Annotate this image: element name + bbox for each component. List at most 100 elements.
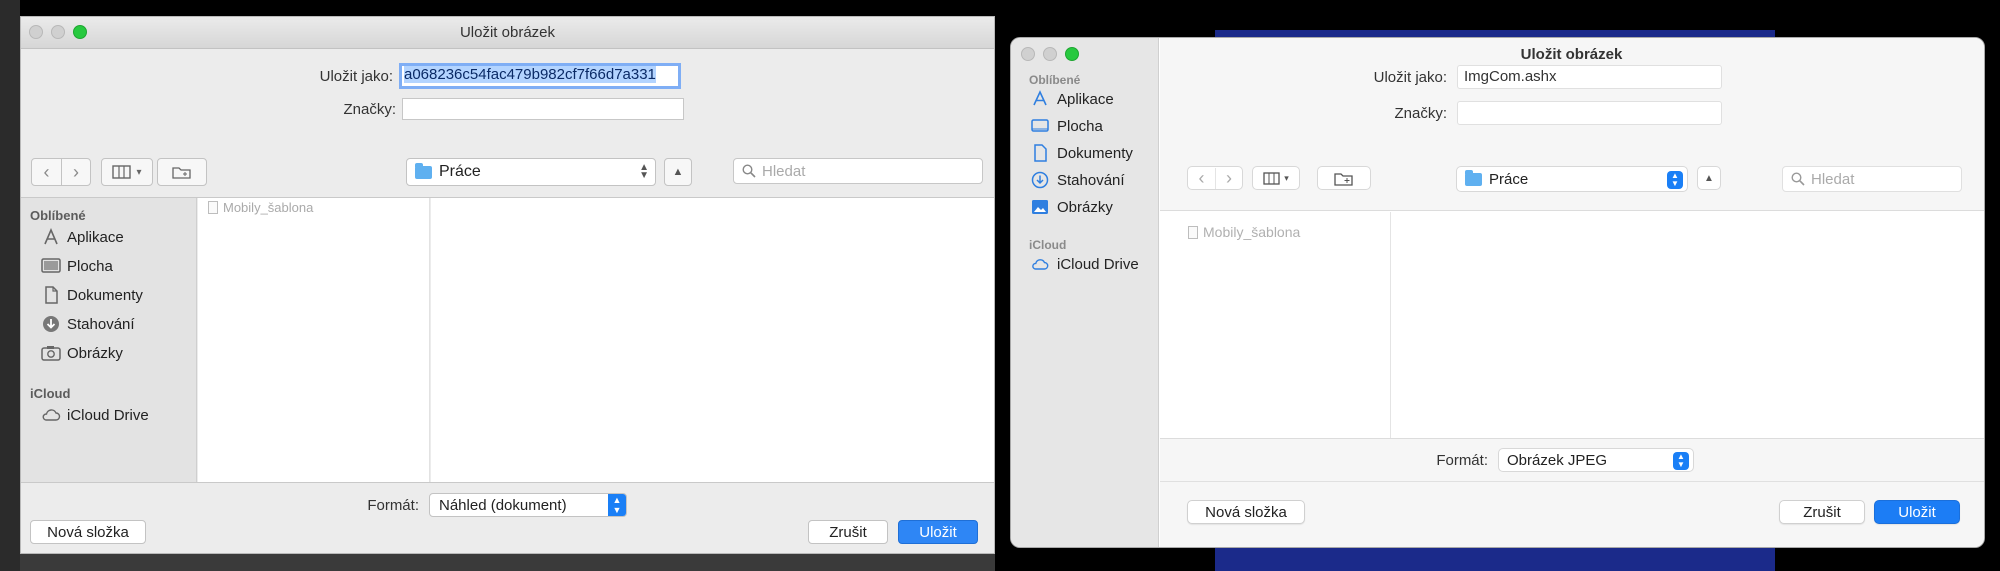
up-down-chevron-icon: ▲ ▼ (608, 494, 626, 516)
format-popup[interactable]: Náhled (dokument) ▲ ▼ (429, 493, 627, 517)
title-bar: Uložit obrázek (21, 17, 994, 49)
up-down-chevron-icon: ▲ ▼ (1673, 452, 1689, 470)
save-as-value: a068236c54fac479b982cf7f66d7a331 (404, 66, 656, 83)
tags-row: Značky: (1160, 101, 1722, 125)
icloud-header: iCloud (30, 386, 71, 401)
browser-column-2 (1392, 212, 1984, 438)
documents-icon (1034, 144, 1047, 162)
cancel-button[interactable]: Zrušit (808, 520, 888, 544)
sidebar-item-label: Stahování (67, 315, 135, 333)
folder-icon (415, 162, 432, 179)
sidebar-item-label: Aplikace (67, 228, 124, 246)
save-dialog-left: Uložit obrázek Uložit jako: a068236c54fa… (20, 16, 995, 554)
new-folder-icon (172, 167, 191, 179)
new-folder-icon-button[interactable] (157, 158, 207, 186)
save-button[interactable]: Uložit (1874, 500, 1960, 524)
cancel-button[interactable]: Zrušit (1779, 500, 1865, 524)
favorites-header: Oblíbené (30, 208, 86, 223)
sidebar-item-obrazky[interactable]: Obrázky (41, 344, 123, 362)
close-button[interactable] (1021, 47, 1035, 61)
save-button[interactable]: Uložit (898, 520, 978, 544)
sidebar-item-label: iCloud Drive (1057, 255, 1139, 273)
save-as-row: Uložit jako: a068236c54fac479b982cf7f66d… (21, 63, 681, 89)
chevron-down-icon: ▾ (136, 166, 142, 178)
sidebar-item-icloud-drive[interactable]: iCloud Drive (1031, 255, 1139, 273)
sidebar-item-plocha[interactable]: Plocha (41, 257, 113, 275)
save-as-label: Uložit jako: (1373, 68, 1447, 86)
up-down-chevron-icon: ▲ ▼ (1667, 171, 1683, 189)
list-item[interactable]: Mobily_šablona (208, 200, 313, 215)
window-title: Uložit obrázek (459, 24, 556, 41)
desktop-icon (41, 258, 61, 273)
columns-view-icon (1263, 171, 1280, 185)
zoom-button[interactable] (1065, 47, 1079, 61)
sidebar-item-label: Obrázky (67, 344, 123, 362)
desktop-icon (1031, 119, 1049, 132)
sidebar-item-label: Plocha (67, 257, 113, 275)
sidebar-item-label: Dokumenty (67, 286, 143, 304)
forward-icon[interactable]: › (61, 159, 90, 185)
new-folder-button[interactable]: Nová složka (1187, 500, 1305, 524)
back-icon[interactable]: ‹ (1188, 168, 1215, 189)
view-mode-button[interactable]: ▾ (101, 158, 153, 186)
new-folder-icon (1334, 172, 1353, 186)
location-label: Práce (439, 163, 481, 180)
sidebar: Oblíbené Aplikace Plocha Dokumenty Staho… (1011, 38, 1159, 547)
location-popup[interactable]: Práce ▲ ▼ (406, 158, 656, 186)
file-browser: Oblíbené Aplikace Plocha Dokumenty Staho… (21, 197, 994, 483)
sidebar-item-aplikace[interactable]: Aplikace (1031, 90, 1114, 108)
sidebar-item-obrazky[interactable]: Obrázky (1031, 198, 1113, 216)
new-folder-button[interactable]: Nová složka (30, 520, 146, 544)
format-row: Formát: Obrázek JPEG ▲ ▼ (1160, 448, 1694, 472)
browser-toolbar: ‹ › ▾ Práce ▲ ▼ ▲ Hledat (21, 137, 994, 197)
search-placeholder: Hledat (1811, 170, 1855, 188)
window-title: Uložit obrázek (1520, 46, 1623, 63)
cloud-icon (42, 409, 61, 421)
back-forward-control: ‹ › (31, 158, 91, 186)
sidebar-item-icloud-drive[interactable]: iCloud Drive (41, 406, 149, 424)
sidebar-item-label: iCloud Drive (67, 406, 149, 424)
format-label: Formát: (1436, 451, 1488, 469)
tags-field[interactable] (1457, 101, 1722, 125)
sidebar-item-dokumenty[interactable]: Dokumenty (41, 286, 143, 304)
format-label: Formát: (367, 496, 419, 514)
view-mode-button[interactable]: ▾ (1252, 166, 1300, 190)
list-item[interactable]: Mobily_šablona (1188, 224, 1300, 240)
format-popup[interactable]: Obrázek JPEG ▲ ▼ (1498, 448, 1694, 472)
collapse-button[interactable]: ▲ (1697, 166, 1721, 190)
sidebar-item-stahovani[interactable]: Stahování (41, 315, 135, 333)
background-left-sliver (0, 0, 20, 571)
search-field[interactable]: Hledat (733, 158, 983, 184)
save-dialog-right: Oblíbené Aplikace Plocha Dokumenty Staho… (1010, 37, 1985, 548)
sidebar-item-label: Stahování (1057, 171, 1125, 189)
applications-icon (1033, 90, 1047, 106)
downloads-icon (1031, 171, 1049, 189)
pictures-icon (41, 346, 61, 361)
tags-row: Značky: (21, 98, 684, 120)
save-as-field[interactable]: a068236c54fac479b982cf7f66d7a331 (399, 63, 681, 89)
sidebar-item-label: Dokumenty (1057, 144, 1133, 162)
new-folder-icon-button[interactable] (1317, 166, 1371, 190)
sidebar-item-aplikace[interactable]: Aplikace (41, 228, 124, 246)
collapse-button[interactable]: ▲ (664, 158, 692, 186)
format-value: Obrázek JPEG (1507, 451, 1608, 469)
icloud-header: iCloud (1029, 238, 1067, 252)
sidebar-item-plocha[interactable]: Plocha (1031, 117, 1103, 135)
search-field[interactable]: Hledat (1782, 166, 1962, 192)
tags-field[interactable] (402, 98, 684, 120)
columns-view-icon (112, 165, 132, 179)
screenshot-stage: Uložit obrázek Uložit jako: a068236c54fa… (0, 0, 2000, 571)
forward-icon[interactable]: › (1214, 167, 1242, 189)
tags-label: Značky: (343, 100, 396, 118)
back-icon[interactable]: ‹ (32, 159, 61, 185)
minimize-button[interactable] (1043, 47, 1057, 61)
search-icon (1791, 172, 1805, 186)
save-as-field[interactable]: ImgCom.ashx (1457, 65, 1722, 89)
location-popup[interactable]: Práce ▲ ▼ (1456, 166, 1688, 192)
sidebar-item-dokumenty[interactable]: Dokumenty (1031, 144, 1133, 162)
browser-column-1: Mobily_šablona (1160, 212, 1391, 438)
pictures-icon (1032, 200, 1048, 214)
sidebar-item-stahovani[interactable]: Stahování (1031, 171, 1125, 189)
document-icon (1188, 225, 1198, 239)
save-as-label: Uložit jako: (319, 67, 393, 85)
